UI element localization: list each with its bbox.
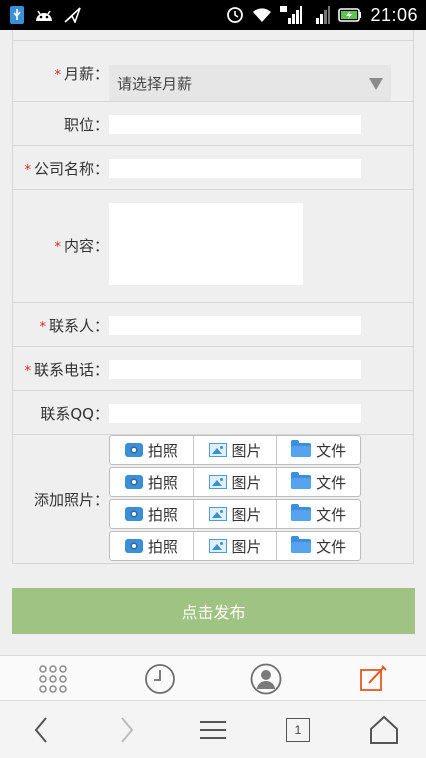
- usb-icon: [10, 6, 24, 24]
- company-row: * 公司名称：: [13, 146, 413, 190]
- file-button[interactable]: 文件: [277, 436, 360, 464]
- qq-row: 联系QQ：: [13, 391, 413, 435]
- folder-icon: [291, 440, 312, 457]
- image-button[interactable]: 图片: [194, 468, 278, 496]
- file-button[interactable]: 文件: [277, 532, 360, 560]
- clock-time: 21:06: [370, 4, 418, 25]
- photos-row: 添加照片： 拍照 图片 文件 拍照 图片 文件 拍照 图片 文件 拍照 图片 文…: [13, 435, 413, 564]
- app-toolbar: [0, 655, 426, 701]
- home-icon[interactable]: [368, 714, 400, 746]
- photos-label: 添加照片：: [33, 491, 109, 509]
- user-avatar-icon[interactable]: [250, 663, 282, 695]
- forward-icon[interactable]: [110, 714, 142, 746]
- qq-input[interactable]: [109, 404, 361, 423]
- required-mark: *: [24, 364, 31, 379]
- location-arrow-icon: [64, 7, 81, 23]
- back-icon[interactable]: [26, 714, 58, 746]
- photo-button-group-4: 拍照 图片 文件: [109, 531, 361, 561]
- tabs-count: 1: [294, 723, 302, 737]
- file-button[interactable]: 文件: [277, 500, 360, 528]
- image-button[interactable]: 图片: [194, 532, 278, 560]
- compose-edit-icon[interactable]: [358, 664, 388, 694]
- camera-icon: [124, 539, 143, 553]
- battery-charging-icon: [338, 8, 362, 22]
- folder-icon: [291, 536, 312, 553]
- image-button[interactable]: 图片: [194, 436, 278, 464]
- dropdown-arrow-icon: [369, 78, 383, 90]
- history-clock-icon[interactable]: [144, 663, 176, 695]
- image-icon: [208, 475, 227, 489]
- contact-label: * 联系人：: [39, 317, 109, 335]
- required-mark: *: [24, 163, 31, 178]
- photo-button-group-1: 拍照 图片 文件: [109, 435, 361, 465]
- status-bar: 21:06: [0, 0, 426, 30]
- camera-button[interactable]: 拍照: [110, 468, 194, 496]
- phone-label: * 联系电话：: [24, 361, 109, 379]
- content-textarea[interactable]: [109, 203, 303, 285]
- salary-select[interactable]: 请选择月薪: [109, 65, 391, 101]
- photo-button-group-3: 拍照 图片 文件: [109, 499, 361, 529]
- alarm-clock-icon: [227, 7, 244, 23]
- image-icon: [208, 443, 227, 457]
- company-input[interactable]: [109, 159, 361, 178]
- apps-grid-icon[interactable]: [38, 664, 68, 694]
- position-row: 职位：: [13, 102, 413, 146]
- salary-row: * 月薪： 请选择月薪: [13, 40, 413, 102]
- post-form: * 月薪： 请选择月薪 职位： * 公司名称： * 内容： * 联系人： * 联系电话：: [12, 30, 414, 564]
- signal-icon: [316, 6, 331, 24]
- wifi-icon: [253, 8, 272, 22]
- position-label: 职位：: [63, 116, 109, 134]
- image-button[interactable]: 图片: [194, 500, 278, 528]
- required-mark: *: [54, 240, 61, 255]
- image-icon: [208, 539, 227, 553]
- position-input[interactable]: [109, 115, 361, 134]
- camera-button[interactable]: 拍照: [110, 436, 194, 464]
- required-mark: *: [54, 68, 61, 83]
- contact-input[interactable]: [109, 316, 361, 335]
- folder-icon: [291, 504, 312, 521]
- menu-icon[interactable]: [197, 714, 229, 746]
- salary-placeholder: 请选择月薪: [117, 75, 193, 93]
- image-icon: [208, 507, 227, 521]
- content-row: * 内容：: [13, 190, 413, 303]
- submit-button[interactable]: 点击发布: [12, 588, 415, 634]
- tabs-button[interactable]: 1: [286, 718, 310, 742]
- camera-icon: [124, 443, 143, 457]
- content-label: * 内容：: [54, 237, 109, 255]
- contact-row: * 联系人：: [13, 303, 413, 347]
- camera-icon: [124, 475, 143, 489]
- system-nav-bar: 1: [0, 702, 426, 758]
- phone-input[interactable]: [109, 360, 361, 379]
- camera-button[interactable]: 拍照: [110, 532, 194, 560]
- camera-icon: [124, 507, 143, 521]
- folder-icon: [291, 472, 312, 489]
- signal-3g-icon: [280, 6, 303, 24]
- phone-row: * 联系电话：: [13, 347, 413, 391]
- company-label: * 公司名称：: [24, 160, 109, 178]
- camera-button[interactable]: 拍照: [110, 500, 194, 528]
- qq-label: 联系QQ：: [40, 405, 109, 423]
- required-mark: *: [39, 320, 46, 335]
- salary-label: * 月薪：: [54, 65, 109, 83]
- photo-button-group-2: 拍照 图片 文件: [109, 467, 361, 497]
- file-button[interactable]: 文件: [277, 468, 360, 496]
- android-icon: [36, 10, 52, 21]
